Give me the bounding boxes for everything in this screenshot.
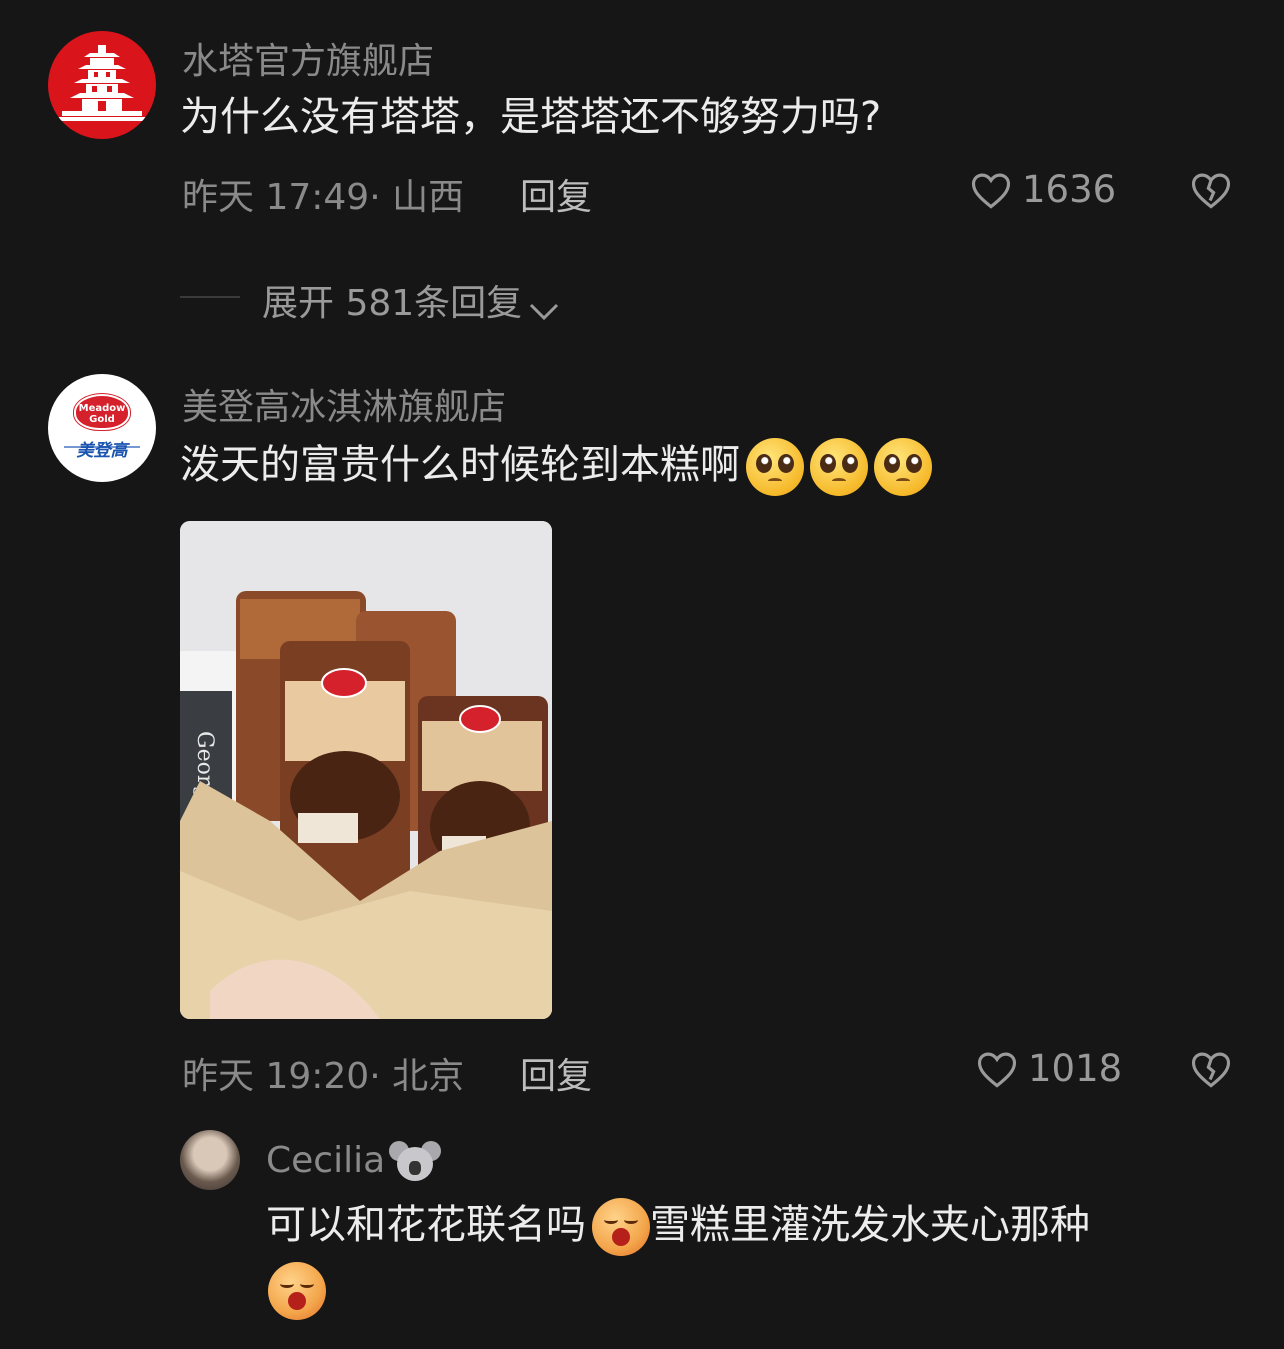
comment-image[interactable]: George — [180, 521, 552, 1019]
pleading-face-icon — [874, 438, 932, 496]
sub-reply-content-line2 — [262, 1262, 326, 1320]
expand-replies-button[interactable]: 展开 581条回复 — [262, 274, 561, 326]
avatar-water-tower[interactable] — [48, 31, 156, 139]
meadow-gold-badge: Meadow Gold — [74, 394, 130, 430]
sub-reply-content: 可以和花花联名吗 雪糕里灌洗发水夹心那种 — [266, 1198, 1090, 1256]
avatar-meadow-gold[interactable]: Meadow Gold 美登高 — [48, 374, 156, 482]
comment-content: 泼天的富贵什么时候轮到本糕啊 — [180, 438, 932, 496]
expand-replies-label: 展开 581条回复 — [262, 283, 523, 324]
sub-reply-text-1: 可以和花花联名吗 — [266, 1202, 586, 1248]
meadow-gold-cn-text: 美登高 — [76, 441, 128, 461]
comment-thread: 水塔官方旗舰店 为什么没有塔塔，是塔塔还不够努力吗? 昨天 17:49· 山西 … — [0, 0, 1284, 1349]
like-count: 1636 — [1022, 168, 1117, 211]
next-row-partial — [0, 1340, 1284, 1349]
dislike-broken-heart-icon[interactable] — [1190, 1049, 1232, 1093]
comment-username[interactable]: 美登高冰淇淋旗舰店 — [182, 378, 506, 430]
sub-reply-text-2: 雪糕里灌洗发水夹心那种 — [650, 1202, 1090, 1248]
reply-button[interactable]: 回复 — [520, 168, 592, 220]
avatar-cecilia[interactable] — [180, 1130, 240, 1190]
sub-reply-username[interactable]: Cecilia — [266, 1139, 442, 1185]
comment-content: 为什么没有塔塔，是塔塔还不够努力吗? — [180, 94, 882, 140]
like-count: 1018 — [1028, 1047, 1123, 1090]
comment-text: 泼天的富贵什么时候轮到本糕啊 — [180, 442, 740, 488]
shouting-face-icon — [592, 1198, 650, 1256]
like-heart-icon[interactable] — [976, 1049, 1018, 1093]
sub-reply-username-text: Cecilia — [266, 1140, 386, 1181]
comment-time-location: 昨天 17:49· 山西 — [182, 177, 465, 218]
reply-button[interactable]: 回复 — [520, 1047, 592, 1099]
shouting-face-icon — [268, 1262, 326, 1320]
like-heart-icon[interactable] — [970, 170, 1012, 214]
meadow-gold-text: Meadow Gold — [78, 403, 126, 425]
dislike-broken-heart-icon[interactable] — [1190, 170, 1232, 214]
chevron-down-icon — [530, 303, 559, 320]
pleading-face-icon — [810, 438, 868, 496]
comment-time-location: 昨天 19:20· 北京 — [182, 1056, 465, 1097]
expand-divider-line — [180, 296, 240, 298]
pagoda-logo-icon — [58, 45, 146, 121]
koala-icon — [389, 1139, 442, 1185]
pleading-face-icon — [746, 438, 804, 496]
ice-cream-photo: George — [180, 521, 552, 1019]
comment-username[interactable]: 水塔官方旗舰店 — [182, 32, 434, 84]
meadow-gold-line — [64, 446, 140, 448]
